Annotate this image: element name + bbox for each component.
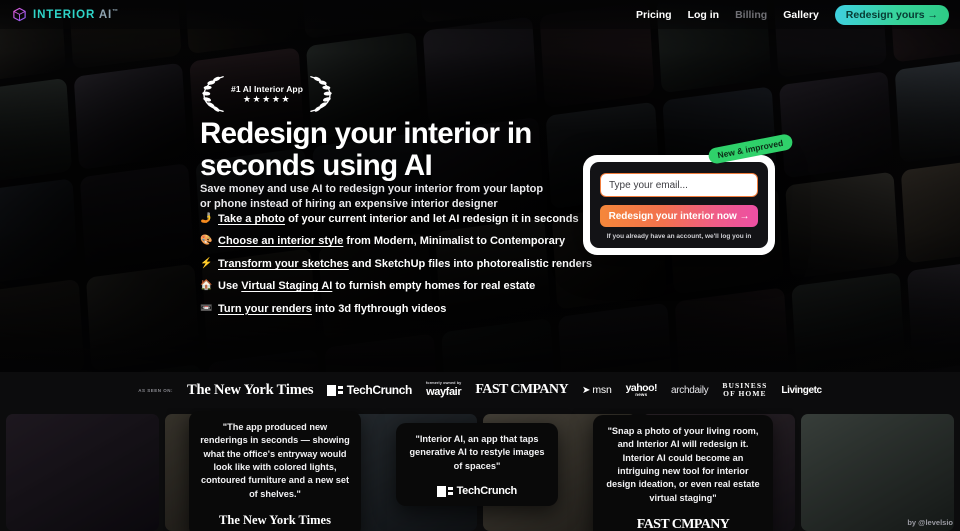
nav-link-gallery[interactable]: Gallery (783, 9, 819, 21)
feature-item: 🤳 Take a photo of your current interior a… (200, 213, 600, 226)
feature-text: Choose an interior style from Modern, Mi… (218, 235, 566, 248)
selfie-camera-icon: 🤳 (200, 213, 213, 224)
feature-link[interactable]: Transform your sketches (218, 258, 349, 270)
redesign-submit-button[interactable]: Redesign your interior now → (600, 205, 758, 227)
testimonial-source: TechCrunch (407, 485, 547, 497)
brand-text: INTERIOR AI™ (33, 9, 119, 21)
email-input[interactable] (600, 173, 758, 197)
lightning-bolt-icon: ⚡ (200, 257, 213, 269)
brand-trademark: ™ (112, 8, 120, 15)
new-improved-badge: New & improved (707, 133, 794, 165)
feature-link[interactable]: Turn your renders (218, 303, 312, 315)
wayfair-text: wayfair (426, 385, 462, 398)
feature-list: 🤳 Take a photo of your current interior a… (200, 213, 600, 325)
signup-card-inner: Redesign your interior now → If you alre… (590, 162, 768, 248)
cube-icon (13, 7, 26, 22)
boh-line-2: OF HOME (723, 389, 767, 398)
press-logo-nyt: The New York Times (187, 381, 314, 398)
msn-butterfly-icon: ➤ (581, 384, 591, 396)
feature-text: Use Virtual Staging AI to furnish empty … (218, 280, 536, 293)
press-logo-wayfair: formerly owned by wayfair (426, 381, 462, 398)
nav-link-pricing[interactable]: Pricing (636, 9, 672, 21)
brand-name: INTERIOR (33, 8, 96, 21)
press-logo-techcrunch: TechCrunch (327, 383, 412, 397)
press-logo-techcrunch-text: TechCrunch (346, 383, 413, 397)
feature-text: Turn your renders into 3d flythrough vid… (218, 302, 447, 315)
site-credit: by @levelsio (907, 518, 953, 527)
feature-item: ⚡ Transform your sketches and SketchUp fi… (200, 258, 600, 271)
feature-link[interactable]: Take a photo (218, 213, 285, 225)
laurel-left-icon (202, 76, 224, 112)
house-icon: 🏠 (200, 280, 213, 292)
feature-item: 🎨 Choose an interior style from Modern, M… (200, 235, 600, 248)
msn-text: msn (592, 384, 612, 396)
testimonial-source: The New York Times (200, 513, 350, 528)
signup-card: New & improved Redesign your interior no… (583, 133, 794, 255)
testimonial-source: FAST CMPANY (604, 517, 762, 531)
award-badge: #1 AI Interior App ★★★★★ (200, 74, 334, 114)
testimonial-source-techcrunch: TechCrunch (437, 485, 517, 497)
page-root: INTERIOR AI™ Pricing Log in Billing Gallery… (0, 0, 960, 531)
feature-link[interactable]: Virtual Staging AI (241, 280, 332, 292)
page-title: Redesign your interior in seconds using … (200, 117, 532, 183)
feature-item: 📼 Turn your renders into 3d flythrough vi… (200, 303, 600, 316)
testimonial-source-nyt: The New York Times (219, 513, 331, 528)
testimonial-card-techcrunch: "Interior AI, an app that taps generativ… (396, 423, 558, 507)
testimonial-card-nyt: "The app produced new renderings in seco… (189, 411, 361, 531)
techcrunch-mark-icon (327, 384, 343, 396)
hero-section: #1 AI Interior App ★★★★★ Redesign your i… (0, 0, 960, 372)
laurel-right-icon (310, 76, 332, 112)
press-label: AS SEEN ON: (138, 387, 174, 393)
nav-link-billing[interactable]: Billing (735, 9, 767, 21)
feature-text: Take a photo of your current interior an… (218, 213, 579, 225)
testimonial-card-fastcompany: "Snap a photo of your living room, and I… (593, 415, 773, 531)
testimonial-source-fastcompany: FAST CMPANY (636, 517, 730, 531)
nav-links: Pricing Log in Billing Gallery Redesign your… (636, 4, 949, 25)
press-logo-msn: ➤ msn (582, 384, 612, 396)
palette-icon: 🎨 (200, 235, 213, 247)
press-logo-livingetc: Livingetc (781, 384, 822, 396)
testimonial-source-techcrunch-text: TechCrunch (456, 485, 518, 498)
feature-item: 🏠 Use Virtual Staging AI to furnish empty… (200, 280, 600, 293)
signup-helper-text: If you already have an account, we'll lo… (606, 233, 752, 240)
press-logo-fastcompany: FAST CMPANY (475, 382, 568, 397)
hero-subheading: Save money and use AI to redesign your i… (200, 183, 544, 210)
press-logo-archdaily: archdaily (671, 384, 709, 396)
nav-redesign-yours-button[interactable]: Redesign yours → (834, 4, 949, 25)
award-badge-stars: ★★★★★ (242, 94, 292, 104)
testimonial-cards: "The app produced new renderings in seco… (0, 408, 960, 531)
press-logo-yahoo: yahoo! news (626, 382, 658, 398)
award-badge-content: #1 AI Interior App ★★★★★ (230, 84, 304, 104)
techcrunch-mark-icon (437, 485, 453, 497)
press-logos-bar: AS SEEN ON: The New York Times TechCrunc… (0, 372, 960, 408)
yahoo-subtext: news (635, 392, 648, 397)
testimonial-quote: "Snap a photo of your living room, and I… (606, 426, 760, 503)
press-logo-business-of-home: BUSINESS OF HOME (722, 382, 767, 398)
award-badge-title: #1 AI Interior App (231, 84, 304, 94)
nav-link-login[interactable]: Log in (688, 9, 720, 21)
navbar: INTERIOR AI™ Pricing Log in Billing Gallery… (0, 0, 960, 29)
feature-text: Transform your sketches and SketchUp fil… (218, 257, 593, 270)
testimonial-quote: "Interior AI, an app that taps generativ… (409, 434, 545, 471)
feature-link[interactable]: Choose an interior style (218, 235, 343, 247)
testimonial-quote: "The app produced new renderings in seco… (200, 422, 350, 499)
brand-ai: AI (98, 8, 113, 21)
testimonials-section: "The app produced new renderings in seco… (0, 408, 960, 531)
brand-logo[interactable]: INTERIOR AI™ (12, 7, 119, 22)
video-tape-icon: 📼 (200, 302, 213, 314)
